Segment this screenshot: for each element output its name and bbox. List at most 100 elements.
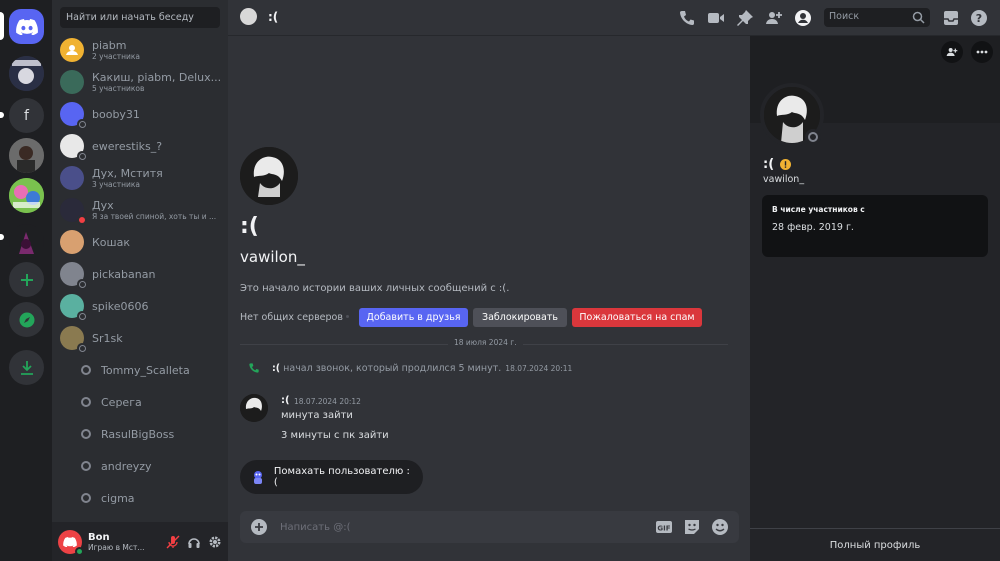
svg-text:GIF: GIF (657, 525, 670, 533)
headphones-icon[interactable] (187, 535, 201, 549)
message-avatar[interactable] (240, 394, 268, 422)
block-button[interactable]: Заблокировать (473, 308, 567, 327)
server-icon-3[interactable] (9, 178, 44, 213)
dm-name: spike0606 (92, 299, 149, 313)
member-since-date: 28 февр. 2019 г. (772, 222, 854, 233)
group-avatar (60, 70, 84, 94)
unread-indicator (0, 234, 4, 240)
dm-sub: 2 участника (92, 52, 141, 61)
intro-display-name: :( (240, 214, 259, 239)
full-profile-button[interactable]: Полный профиль (750, 528, 1000, 561)
message-input[interactable] (280, 521, 620, 533)
more-options-button[interactable] (971, 41, 993, 63)
emoji-icon[interactable] (711, 518, 729, 536)
sticker-icon[interactable] (683, 518, 701, 536)
dm-name: andreyzy (101, 459, 152, 473)
user-avatar (60, 102, 87, 129)
plus-icon (20, 273, 33, 286)
message-text: минута зайти (281, 410, 353, 421)
dm-item[interactable]: Какиш, piabm, Delux... 5 участников (60, 67, 222, 97)
server-avatar-icon (9, 138, 44, 173)
dm-item[interactable]: Дух Я за твоей спиной, хоть ты и ... (60, 195, 222, 225)
avatar-image-icon (240, 394, 268, 422)
mic-muted-icon[interactable] (166, 535, 180, 549)
status-online (75, 546, 84, 556)
dm-item[interactable]: RasulBigBoss (60, 419, 222, 449)
dm-item[interactable]: Дух, Мститя 3 участника (60, 163, 222, 193)
call-timestamp: 18.07.2024 20:11 (505, 363, 573, 373)
video-call-icon[interactable] (707, 9, 725, 27)
warning-icon[interactable] (780, 159, 792, 170)
user-name: Bon (88, 531, 110, 543)
inbox-icon[interactable] (942, 9, 960, 27)
add-friend-profile-button[interactable] (941, 41, 963, 63)
user-avatar[interactable] (58, 529, 84, 556)
explore-servers-button[interactable] (9, 302, 44, 337)
dm-sub: Я за твоей спиной, хоть ты и ... (92, 212, 217, 221)
server-icon-2[interactable] (9, 138, 44, 173)
compass-icon (19, 312, 34, 327)
dm-item[interactable]: spike0606 (60, 291, 222, 321)
phone-icon (249, 363, 259, 373)
status-offline (81, 397, 91, 407)
status-offline (805, 129, 821, 145)
search-icon (912, 11, 925, 24)
add-server-button[interactable] (9, 262, 44, 297)
report-spam-button[interactable]: Пожаловаться на спам (572, 308, 702, 327)
help-icon[interactable]: ? (970, 9, 988, 27)
server-icon-4[interactable] (9, 224, 44, 259)
wumpus-wave-icon (254, 471, 262, 484)
intro-username: vawilon_ (240, 248, 305, 266)
date-divider-label: 18 июля 2024 г. (448, 338, 523, 347)
dm-sub: 5 участников (92, 84, 145, 93)
status-offline (77, 151, 87, 161)
dm-name: piabm (92, 39, 127, 52)
header-avatar (240, 8, 257, 25)
separator-dot (346, 315, 349, 318)
profile-panel: :( vawilon_ В числе участников с 28 февр… (750, 36, 1000, 561)
dm-item[interactable]: Серега (60, 387, 222, 417)
message-text: 3 минуты с пк зайти (281, 430, 389, 441)
wave-button[interactable]: Помахать пользователю :( (240, 460, 423, 494)
dm-item[interactable]: Sr1sk (60, 323, 222, 353)
gif-icon[interactable]: GIF (655, 520, 673, 534)
home-button[interactable] (9, 9, 44, 44)
group-avatar (60, 38, 84, 62)
dm-item[interactable]: booby31 (60, 99, 222, 129)
dm-item[interactable]: Tommy_Scalleta (60, 355, 222, 385)
dm-item[interactable]: pickabanan (60, 259, 222, 289)
user-avatar (60, 134, 87, 161)
download-apps-button[interactable] (9, 350, 44, 385)
add-friends-to-dm-icon[interactable] (765, 9, 783, 27)
user-avatar (60, 326, 87, 353)
status-offline (81, 493, 91, 503)
dm-item[interactable]: cigma (60, 483, 222, 513)
dm-name: Tommy_Scalleta (101, 363, 190, 377)
user-profile-icon[interactable] (794, 9, 812, 27)
message-author[interactable]: :( (281, 395, 290, 406)
user-avatar (60, 262, 87, 289)
server-icon-f[interactable]: f (9, 98, 44, 133)
settings-gear-icon[interactable] (208, 535, 222, 549)
status-offline (81, 429, 91, 439)
group-avatar (60, 166, 84, 190)
dm-item[interactable]: piabm 2 участника (60, 35, 222, 65)
discord-logo-icon (15, 18, 38, 35)
dm-item[interactable]: Кошак (60, 227, 222, 257)
voice-call-icon[interactable] (678, 9, 696, 27)
add-friend-icon (946, 48, 958, 56)
attach-plus-icon[interactable] (250, 518, 268, 536)
add-friend-button[interactable]: Добавить в друзья (359, 308, 468, 327)
dm-item[interactable]: andreyzy (60, 451, 222, 481)
pin-icon[interactable] (736, 9, 754, 27)
dm-sidebar: Найти или начать беседу piabm 2 участника… (52, 0, 228, 561)
selected-indicator (0, 12, 4, 40)
dm-search-input[interactable]: Найти или начать беседу (60, 7, 220, 28)
dm-name: cigma (101, 491, 135, 505)
member-since-label: В числе участников с (772, 205, 865, 214)
dm-item[interactable]: ewerestiks_? (60, 131, 222, 161)
call-author[interactable]: :( (272, 363, 280, 374)
call-text: начал звонок, который продлился 5 минут. (283, 362, 502, 374)
profile-display-name: :( (763, 157, 775, 172)
server-icon-1[interactable] (9, 56, 44, 91)
